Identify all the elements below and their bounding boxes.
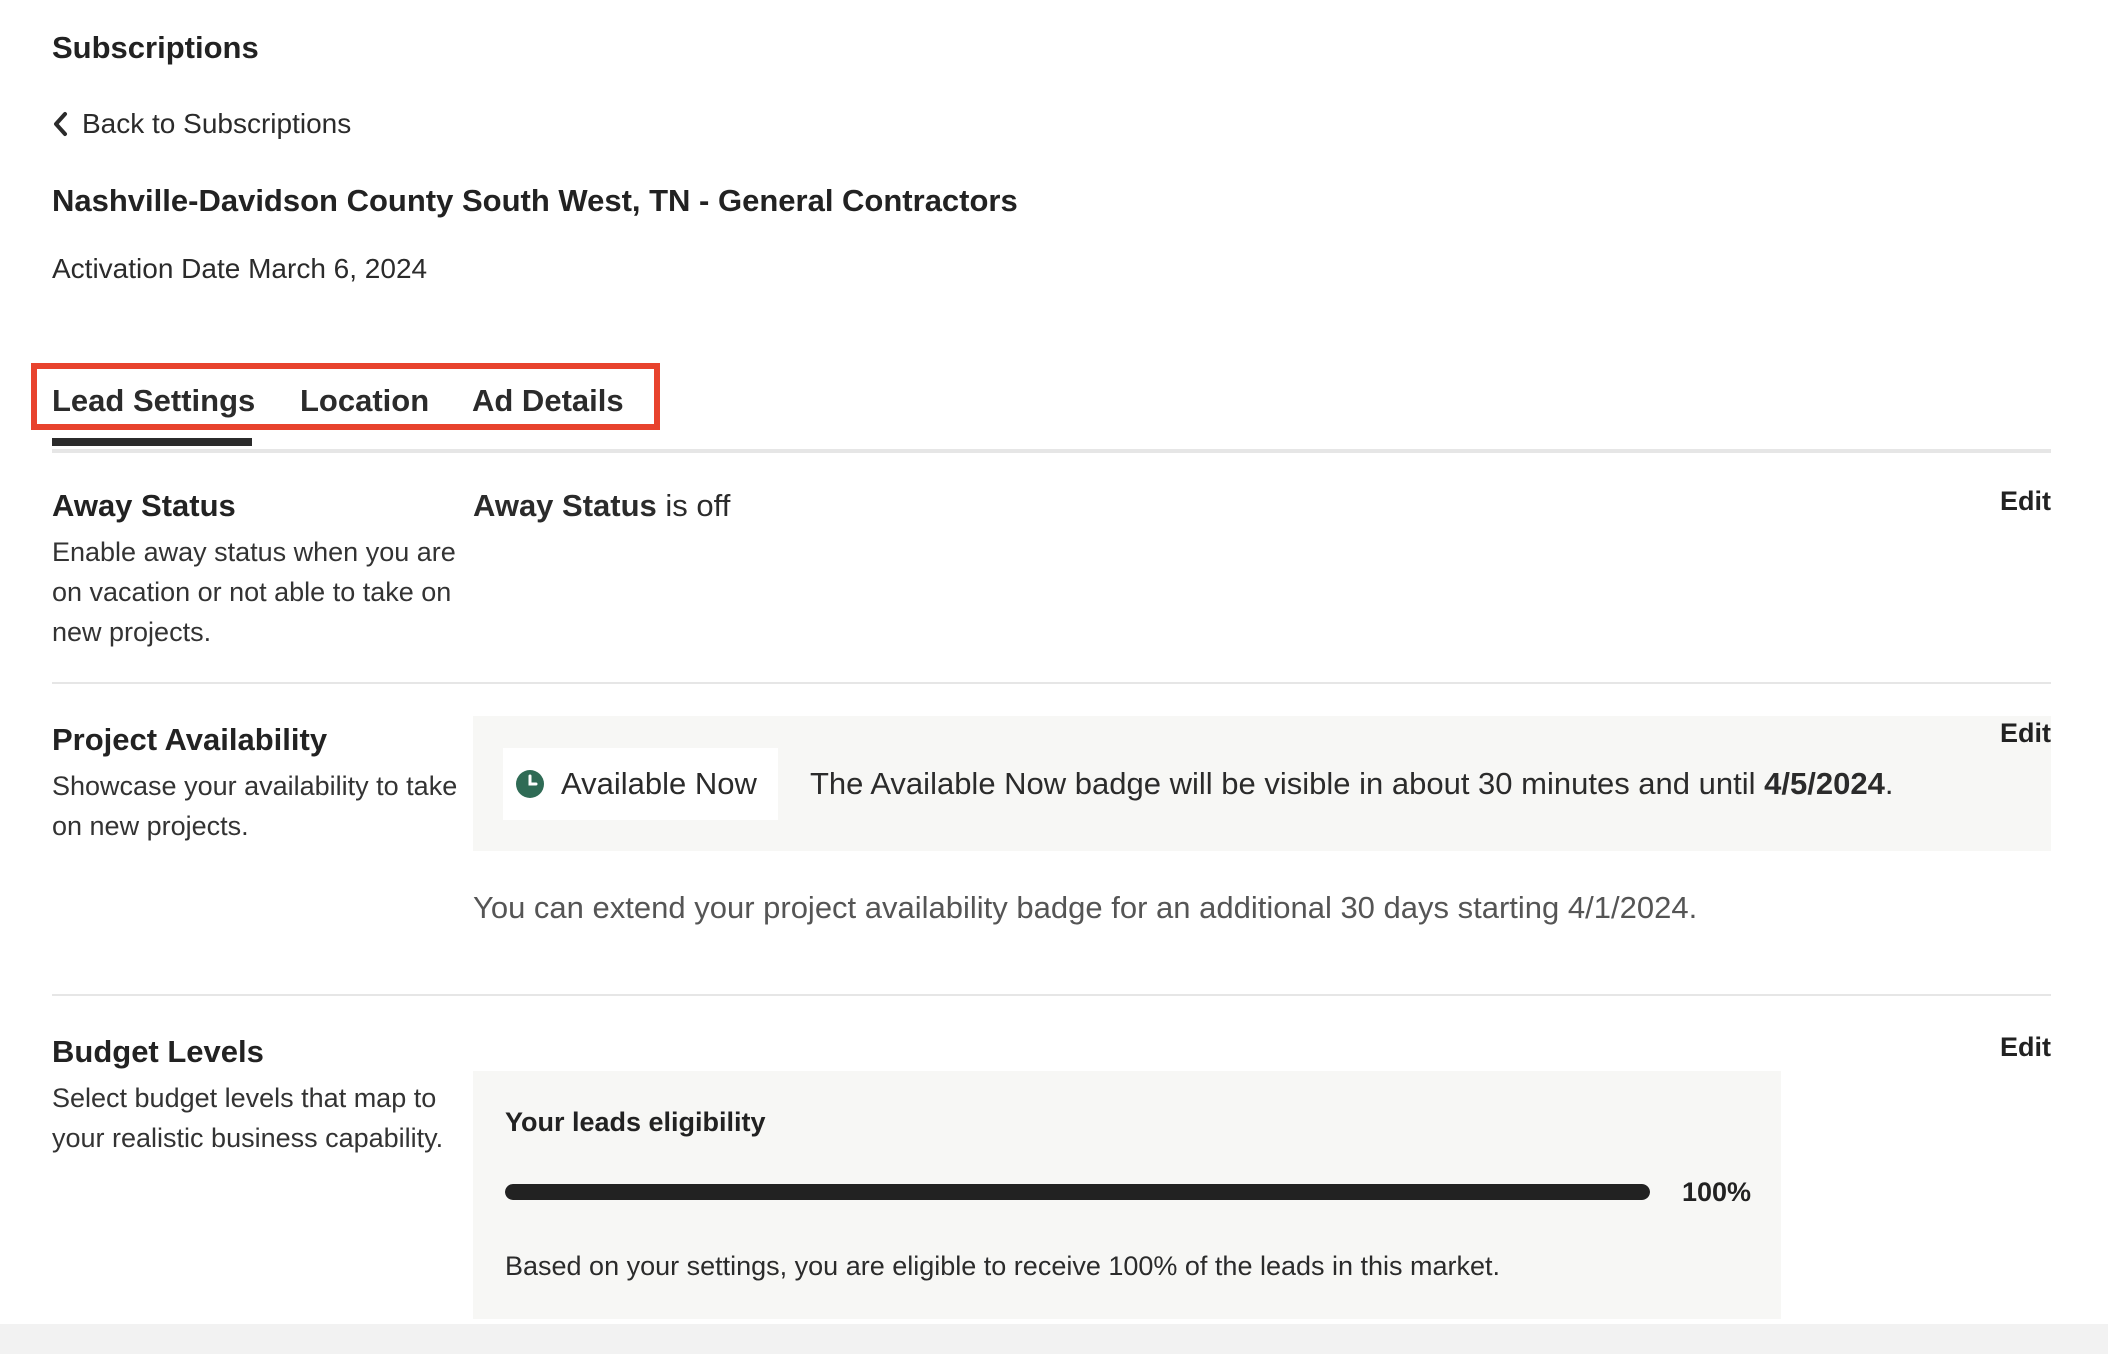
active-tab-indicator [52,438,252,446]
budget-levels-heading: Budget Levels [52,1034,264,1069]
available-now-badge: Available Now [503,748,778,820]
leads-eligibility-percent: 100% [1682,1177,1752,1207]
away-status-value: Away Status is off [473,488,730,524]
away-status-value-strong: Away Status [473,488,657,523]
away-status-heading: Away Status [52,488,236,523]
project-availability-edit-button[interactable]: Edit [2000,718,2051,749]
chevron-left-icon [54,112,67,136]
leads-eligibility-progress-bar [505,1184,1650,1200]
away-status-value-rest: is off [656,488,731,523]
activation-date: Activation Date March 6, 2024 [52,253,428,284]
page-section-title: Subscriptions [52,30,259,65]
availability-info-main: The Available Now badge will be visible … [810,766,1765,801]
project-availability-heading: Project Availability [52,722,328,757]
back-link-label: Back to Subscriptions [82,108,352,139]
available-now-label: Available Now [561,766,757,801]
divider [52,682,2051,684]
availability-info-date: 4/5/2024 [1764,766,1885,801]
availability-info-text: The Available Now badge will be visible … [810,766,1893,802]
back-to-subscriptions-link[interactable]: Back to Subscriptions [52,108,351,140]
away-status-description: Enable away status when you are on vacat… [52,537,456,647]
leads-eligibility-panel: Your leads eligibility 100% Based on you… [473,1071,1781,1319]
availability-extend-text: You can extend your project availability… [473,890,1698,925]
away-status-edit-button[interactable]: Edit [2000,486,2051,517]
availability-panel: Available Now The Available Now badge wi… [473,716,2051,851]
subscription-detail-page: Subscriptions Back to Subscriptions Nash… [0,0,2108,1354]
availability-info-end: . [1884,766,1894,801]
leads-eligibility-title: Your leads eligibility [505,1107,766,1137]
budget-levels-description: Select budget levels that map to your re… [52,1083,444,1153]
budget-levels-edit-button[interactable]: Edit [2000,1032,2051,1063]
clock-icon [516,770,544,798]
subscription-title: Nashville-Davidson County South West, TN… [52,183,1018,218]
leads-eligibility-description: Based on your settings, you are eligible… [505,1251,1501,1281]
divider [52,994,2051,996]
tab-highlight-box [31,363,660,430]
project-availability-description: Showcase your availability to take on ne… [52,771,458,841]
away-status-section: Away Status Enable away status when you … [52,484,2051,674]
bottom-strip [0,1324,2108,1354]
leads-eligibility-progress-fill [505,1184,1650,1200]
